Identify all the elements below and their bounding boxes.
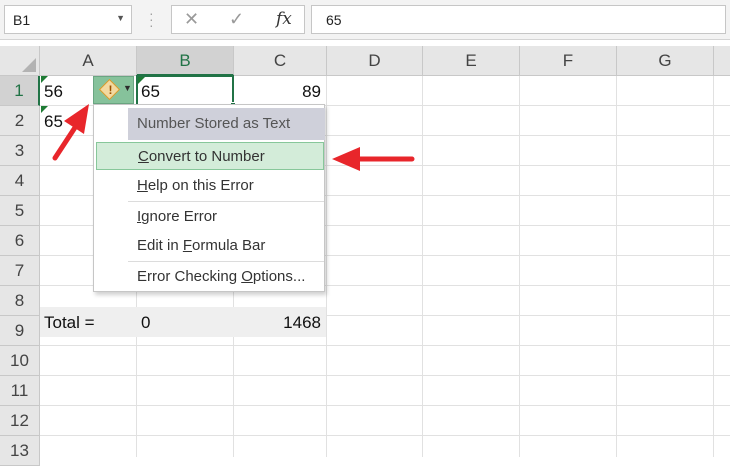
gridline xyxy=(713,76,714,457)
gridline xyxy=(40,345,730,346)
row-header-6[interactable]: 6 xyxy=(0,226,40,256)
row-header-8[interactable]: 8 xyxy=(0,286,40,316)
row-header-9[interactable]: 9 xyxy=(0,316,40,346)
row-header-11[interactable]: 11 xyxy=(0,376,40,406)
column-header-e[interactable]: E xyxy=(423,46,520,76)
insert-function-icon[interactable]: fx xyxy=(276,9,292,29)
row-header-12[interactable]: 12 xyxy=(0,406,40,436)
error-indicator-a2 xyxy=(41,106,48,113)
gridline xyxy=(40,435,730,436)
row-header-10[interactable]: 10 xyxy=(0,346,40,376)
cell-selection-border xyxy=(136,75,234,106)
menu-item-accesskey: C xyxy=(138,148,149,165)
gridline xyxy=(519,76,520,457)
chevron-down-icon[interactable]: ▼ xyxy=(123,83,132,93)
menu-item-error-checking-options[interactable]: Error Checking Options... xyxy=(128,263,324,291)
menu-title: Number Stored as Text xyxy=(128,108,325,140)
column-header-c[interactable]: C xyxy=(234,46,327,76)
menu-item-accesskey: F xyxy=(182,237,193,254)
gridline xyxy=(40,405,730,406)
row-header-1[interactable]: 1 xyxy=(0,76,40,106)
chevron-down-icon[interactable]: ▼ xyxy=(116,13,125,23)
cell-a9[interactable]: Total = xyxy=(40,308,136,337)
row-header-2[interactable]: 2 xyxy=(0,106,40,136)
row-header-5[interactable]: 5 xyxy=(0,196,40,226)
error-checking-button[interactable]: ! ▼ xyxy=(93,76,134,104)
row-header-3[interactable]: 3 xyxy=(0,136,40,166)
cell-c9[interactable]: 1468 xyxy=(234,308,327,337)
row-header-4[interactable]: 4 xyxy=(0,166,40,196)
menu-item-edit-in-formula-bar[interactable]: Edit in Formula Bar xyxy=(128,232,324,260)
name-box[interactable]: B1 ▼ xyxy=(4,5,132,34)
row-header-7[interactable]: 7 xyxy=(0,256,40,286)
menu-item-help-on-error[interactable]: Help on this Error xyxy=(128,172,324,200)
formula-bar-area: B1 ▼ · · · ✕ ✓ fx 65 xyxy=(0,0,730,40)
cell-c1[interactable]: 89 xyxy=(234,77,327,106)
menu-separator xyxy=(128,201,324,202)
formula-buttons: ✕ ✓ fx xyxy=(171,5,305,34)
enter-icon[interactable]: ✓ xyxy=(229,9,244,30)
column-header-f[interactable]: F xyxy=(520,46,617,76)
error-context-menu: Number Stored as Text Convert to Number … xyxy=(93,104,325,292)
gridline xyxy=(422,76,423,457)
menu-item-text: gnore Error xyxy=(141,208,218,225)
error-indicator-a1 xyxy=(41,76,48,83)
menu-item-text: onvert to Number xyxy=(148,148,265,165)
menu-separator xyxy=(128,261,324,262)
cell-b9[interactable]: 0 xyxy=(137,308,233,337)
cell-a1[interactable]: 56 xyxy=(40,77,95,106)
exclamation-icon: ! xyxy=(108,83,113,97)
menu-item-accesskey: O xyxy=(241,268,253,285)
formula-input[interactable]: 65 xyxy=(311,5,726,34)
gridline xyxy=(326,76,327,457)
column-header-h[interactable] xyxy=(714,46,730,76)
menu-item-accesskey: H xyxy=(137,177,148,194)
row-header-13[interactable]: 13 xyxy=(0,436,40,466)
menu-item-text: elp on this Error xyxy=(147,177,254,194)
menu-item-text: ptions... xyxy=(252,268,306,285)
column-header-b[interactable]: B xyxy=(137,46,234,76)
name-box-value: B1 xyxy=(13,12,31,28)
menu-item-text: ormula Bar xyxy=(192,237,266,254)
menu-item-text: Edit in xyxy=(137,237,183,254)
column-header-g[interactable]: G xyxy=(617,46,714,76)
select-all-button[interactable] xyxy=(0,46,40,76)
column-header-d[interactable]: D xyxy=(327,46,423,76)
gridline xyxy=(616,76,617,457)
cancel-icon[interactable]: ✕ xyxy=(184,9,199,30)
menu-item-text: Error Checking xyxy=(137,268,242,285)
menu-item-ignore-error[interactable]: Ignore Error xyxy=(128,203,324,231)
gridline xyxy=(40,375,730,376)
grip-icon[interactable]: · · · xyxy=(149,6,154,32)
menu-item-convert-to-number[interactable]: Convert to Number xyxy=(96,142,324,170)
column-header-a[interactable]: A xyxy=(40,46,137,76)
